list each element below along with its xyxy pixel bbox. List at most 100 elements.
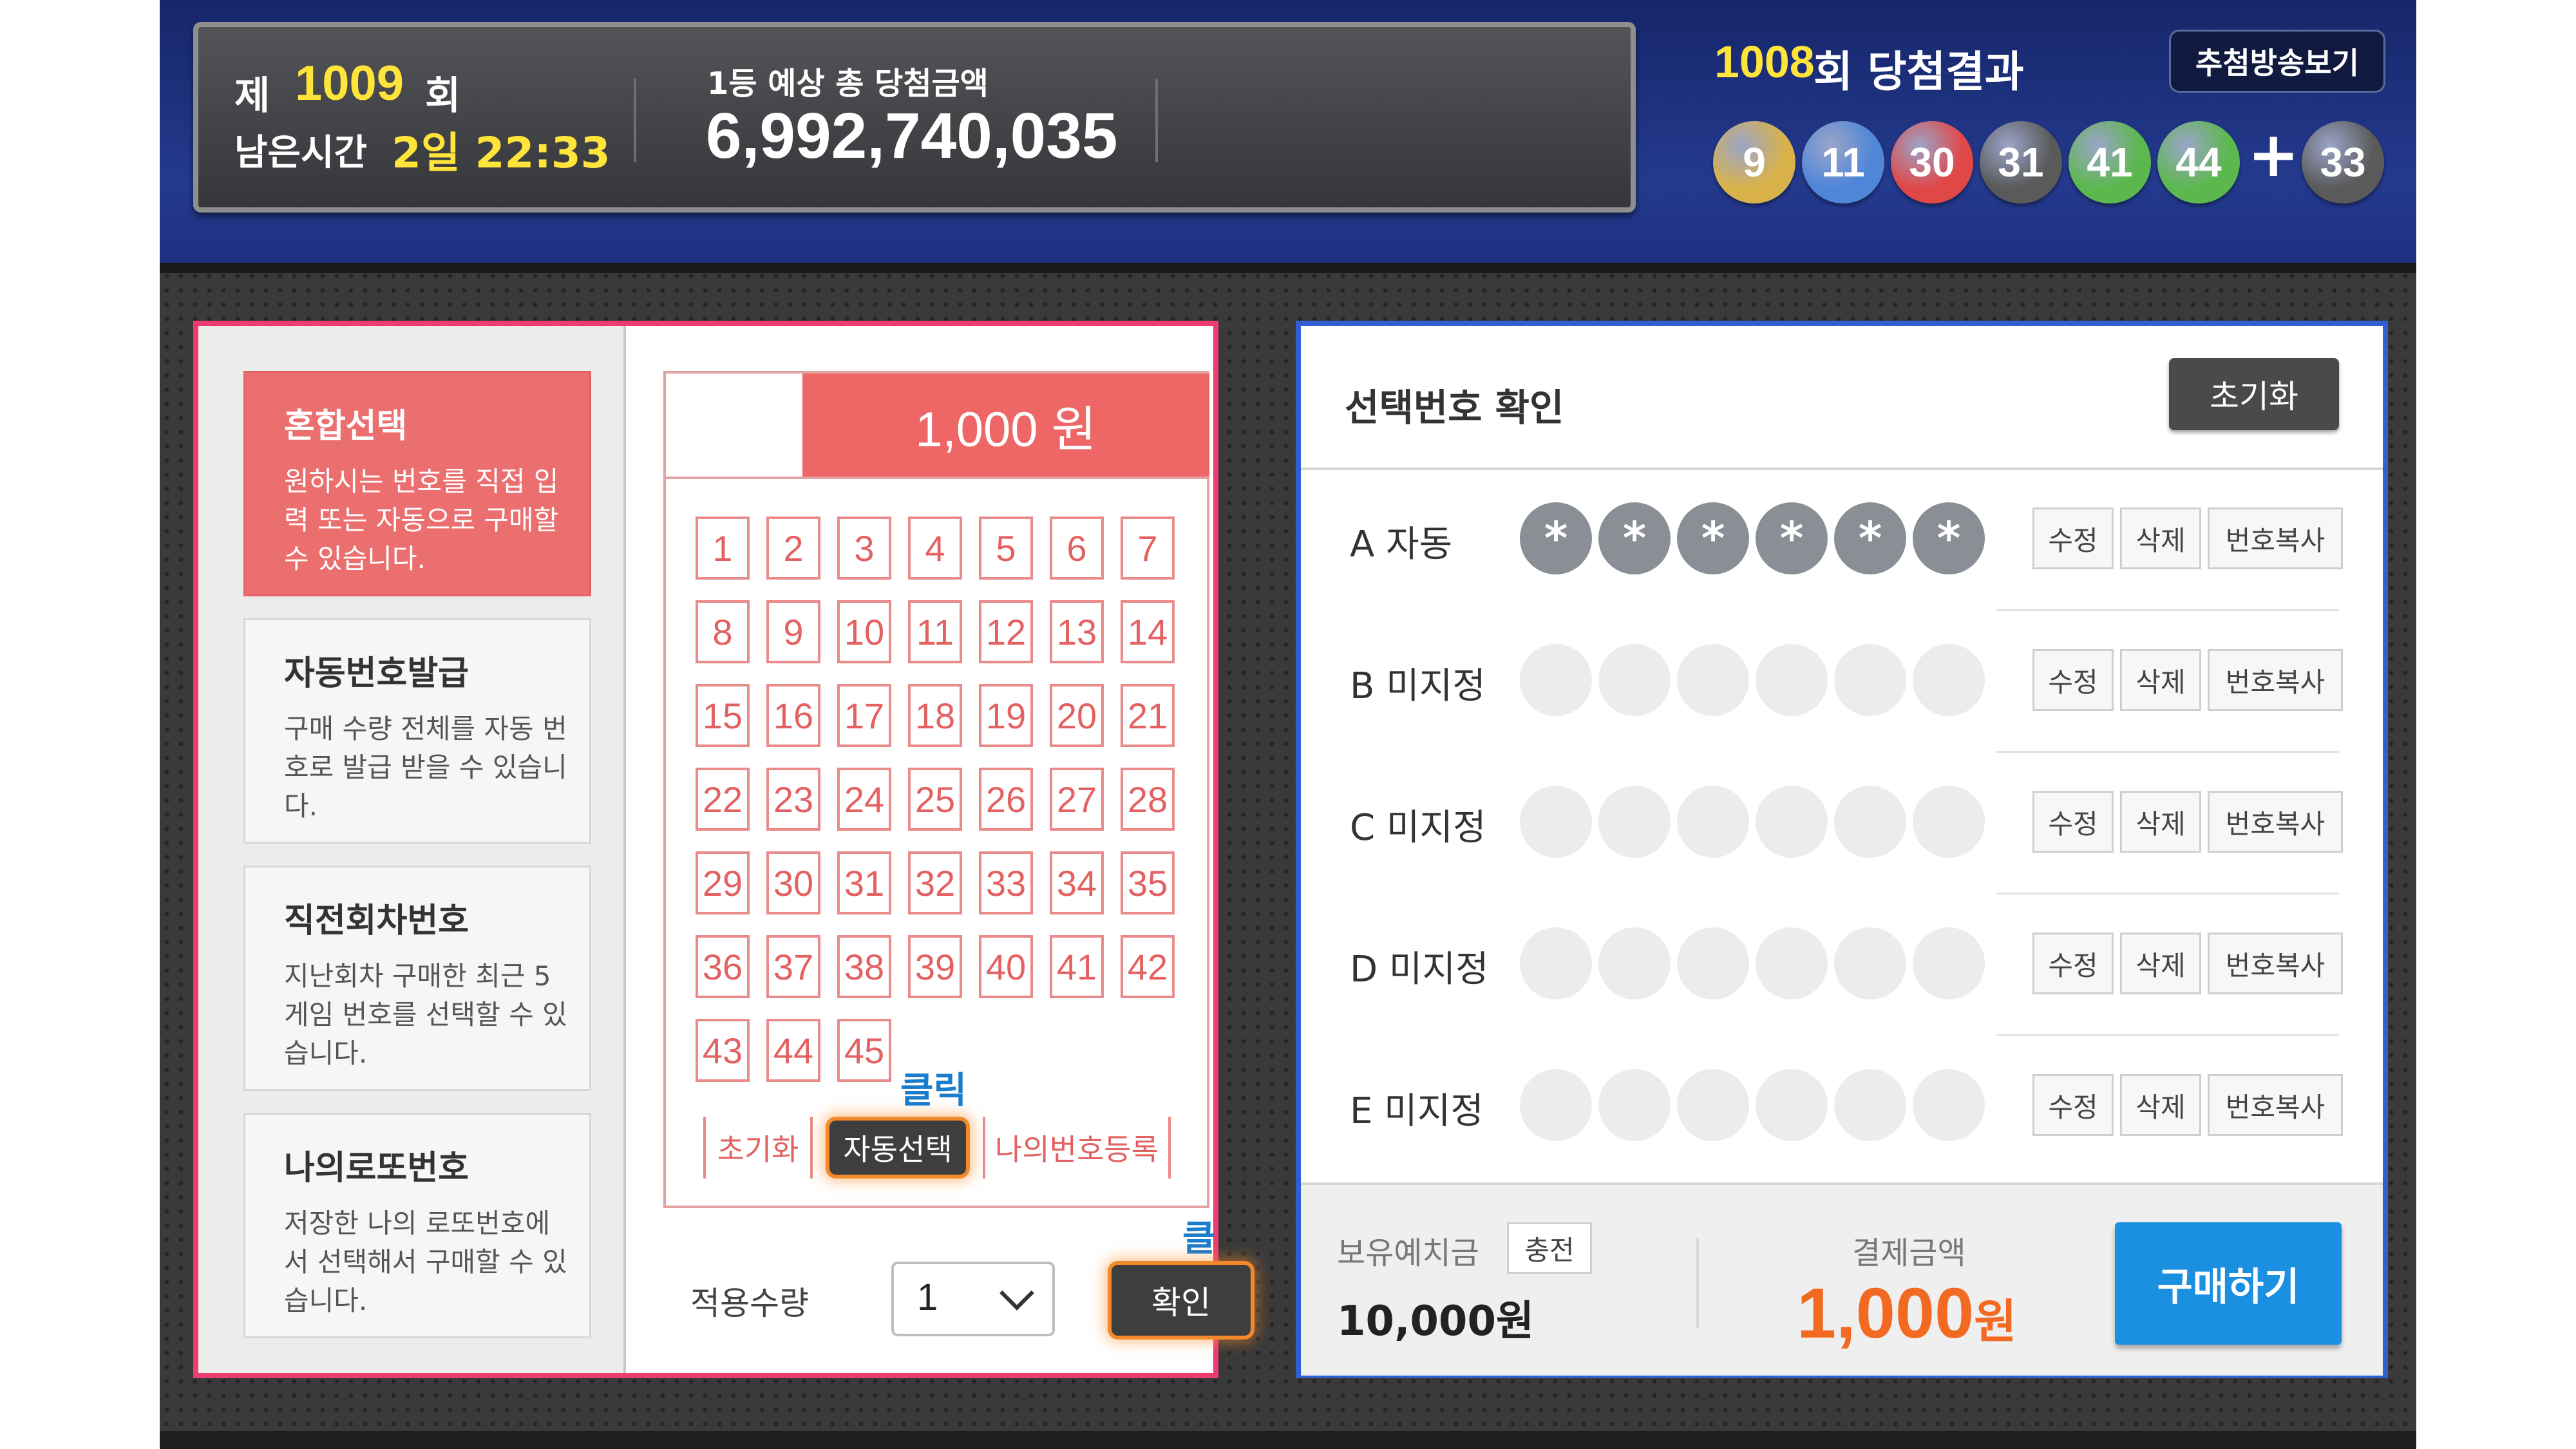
edit-button[interactable]: 수정 — [2032, 933, 2114, 994]
number-cell[interactable]: 23 — [766, 768, 820, 831]
number-cell[interactable]: 32 — [908, 851, 962, 914]
empty-number-slot — [1756, 644, 1828, 716]
buy-button[interactable]: 구매하기 — [2115, 1222, 2342, 1345]
menu-item-mixed-select[interactable]: 혼합선택 원하시는 번호를 직접 입력 또는 자동으로 구매할 수 있습니다. — [243, 371, 591, 596]
number-cell[interactable]: 28 — [1121, 768, 1175, 831]
selected-number-ball: * — [1520, 502, 1592, 574]
round-suffix: 회 — [425, 73, 461, 118]
number-cell[interactable]: 45 — [837, 1019, 891, 1082]
number-cell[interactable]: 35 — [1121, 851, 1175, 914]
delete-button[interactable]: 삭제 — [2120, 649, 2201, 711]
number-cell[interactable]: 3 — [837, 516, 891, 580]
number-cell[interactable]: 5 — [979, 516, 1033, 580]
copy-numbers-button[interactable]: 번호복사 — [2208, 649, 2343, 711]
menu-item-previous-round[interactable]: 직전회차번호 지난회차 구매한 최근 5게임 번호를 선택할 수 있습니다. — [243, 866, 591, 1091]
charge-button[interactable]: 충전 — [1507, 1222, 1592, 1274]
round-prefix: 제 — [234, 73, 270, 118]
copy-numbers-button[interactable]: 번호복사 — [2208, 507, 2343, 569]
round-number: 1009 — [295, 56, 404, 111]
edit-button[interactable]: 수정 — [2032, 1074, 2114, 1136]
number-cell[interactable]: 37 — [766, 935, 820, 998]
separator — [1696, 1238, 1699, 1328]
broadcast-button[interactable]: 추첨방송보기 — [2169, 30, 2385, 93]
empty-number-slot — [1598, 644, 1671, 716]
number-cell[interactable]: 27 — [1050, 768, 1104, 831]
number-cell[interactable]: 42 — [1121, 935, 1175, 998]
empty-number-slot — [1756, 1069, 1828, 1141]
game-row-label: D 미지정 — [1350, 949, 1489, 990]
delete-button[interactable]: 삭제 — [2120, 1074, 2201, 1136]
number-cell[interactable]: 22 — [696, 768, 750, 831]
number-cell[interactable]: 2 — [766, 516, 820, 580]
broadcast-button-label: 추첨방송보기 — [2195, 46, 2359, 80]
number-cell[interactable]: 39 — [908, 935, 962, 998]
register-my-numbers-button[interactable]: 나의번호등록 — [983, 1117, 1171, 1179]
slip-reset-button[interactable]: 초기화 — [703, 1117, 813, 1179]
number-cell[interactable]: 26 — [979, 768, 1033, 831]
number-cell[interactable]: 1 — [696, 516, 750, 580]
number-cell[interactable]: 13 — [1050, 600, 1104, 663]
number-cell[interactable]: 43 — [696, 1019, 750, 1082]
menu-item-auto-issue[interactable]: 자동번호발급 구매 수량 전체를 자동 번호로 발급 받을 수 있습니다. — [243, 618, 591, 844]
purchase-mode-menu: 혼합선택 원하시는 번호를 직접 입력 또는 자동으로 구매할 수 있습니다. … — [198, 326, 626, 1373]
number-cell[interactable]: 9 — [766, 600, 820, 663]
number-cell[interactable]: 25 — [908, 768, 962, 831]
edit-button[interactable]: 수정 — [2032, 507, 2114, 569]
bonus-ball: 33 — [2302, 121, 2384, 204]
quantity-select[interactable]: 1 — [891, 1262, 1055, 1336]
delete-button[interactable]: 삭제 — [2120, 507, 2201, 569]
confirm-title: 선택번호 확인 — [1345, 386, 1564, 430]
number-cell[interactable]: 38 — [837, 935, 891, 998]
number-cell[interactable]: 17 — [837, 684, 891, 747]
delete-button[interactable]: 삭제 — [2120, 933, 2201, 994]
winning-ball: 31 — [1980, 121, 2062, 204]
number-cell[interactable]: 10 — [837, 600, 891, 663]
empty-number-slot — [1598, 786, 1671, 858]
confirm-button-label: 확인 — [1151, 1284, 1211, 1321]
empty-number-slot — [1913, 786, 1985, 858]
number-cell[interactable]: 20 — [1050, 684, 1104, 747]
copy-numbers-button[interactable]: 번호복사 — [2208, 791, 2343, 853]
edit-button[interactable]: 수정 — [2032, 791, 2114, 853]
number-cell[interactable]: 16 — [766, 684, 820, 747]
edit-button[interactable]: 수정 — [2032, 649, 2114, 711]
number-cell[interactable]: 29 — [696, 851, 750, 914]
number-cell[interactable]: 18 — [908, 684, 962, 747]
number-cell[interactable]: 14 — [1121, 600, 1175, 663]
copy-numbers-button[interactable]: 번호복사 — [2208, 933, 2343, 994]
empty-number-slot — [1520, 786, 1592, 858]
number-cell[interactable]: 24 — [837, 768, 891, 831]
number-cell[interactable]: 33 — [979, 851, 1033, 914]
auto-select-button[interactable]: 자동선택 — [829, 1121, 966, 1175]
separator — [634, 79, 636, 162]
number-cell[interactable]: 7 — [1121, 516, 1175, 580]
pay-amount: 1,000원 — [1797, 1273, 2017, 1354]
row-divider — [1996, 893, 2339, 895]
number-cell[interactable]: 8 — [696, 600, 750, 663]
number-cell[interactable]: 15 — [696, 684, 750, 747]
number-cell[interactable]: 36 — [696, 935, 750, 998]
confirm-button[interactable]: 확인 — [1112, 1265, 1251, 1336]
confirm-header: 선택번호 확인 초기화 — [1301, 326, 2383, 470]
menu-item-my-lotto[interactable]: 나의로또번호 저장한 나의 로또번호에서 선택해서 구매할 수 있습니다. — [243, 1113, 591, 1338]
empty-number-slot — [1520, 927, 1592, 999]
number-cell[interactable]: 12 — [979, 600, 1033, 663]
winning-ball: 41 — [2069, 121, 2151, 204]
number-cell[interactable]: 30 — [766, 851, 820, 914]
number-cell[interactable]: 31 — [837, 851, 891, 914]
number-cell[interactable]: 41 — [1050, 935, 1104, 998]
delete-button[interactable]: 삭제 — [2120, 791, 2201, 853]
number-cell[interactable]: 34 — [1050, 851, 1104, 914]
copy-numbers-button[interactable]: 번호복사 — [2208, 1074, 2343, 1136]
number-cell[interactable]: 6 — [1050, 516, 1104, 580]
menu-item-desc: 원하시는 번호를 직접 입력 또는 자동으로 구매할 수 있습니다. — [284, 466, 559, 574]
lotto-slip: 1,000 원 1 2 3 4 5 6 7 8 9 10 11 12 13 14 15 16 17 18 19 20 2… — [663, 371, 1209, 1208]
row-divider — [1996, 609, 2339, 611]
number-cell[interactable]: 11 — [908, 600, 962, 663]
reset-all-button[interactable]: 초기화 — [2169, 358, 2339, 430]
number-cell[interactable]: 44 — [766, 1019, 820, 1082]
number-cell[interactable]: 4 — [908, 516, 962, 580]
number-cell[interactable]: 21 — [1121, 684, 1175, 747]
number-cell[interactable]: 19 — [979, 684, 1033, 747]
number-cell[interactable]: 40 — [979, 935, 1033, 998]
